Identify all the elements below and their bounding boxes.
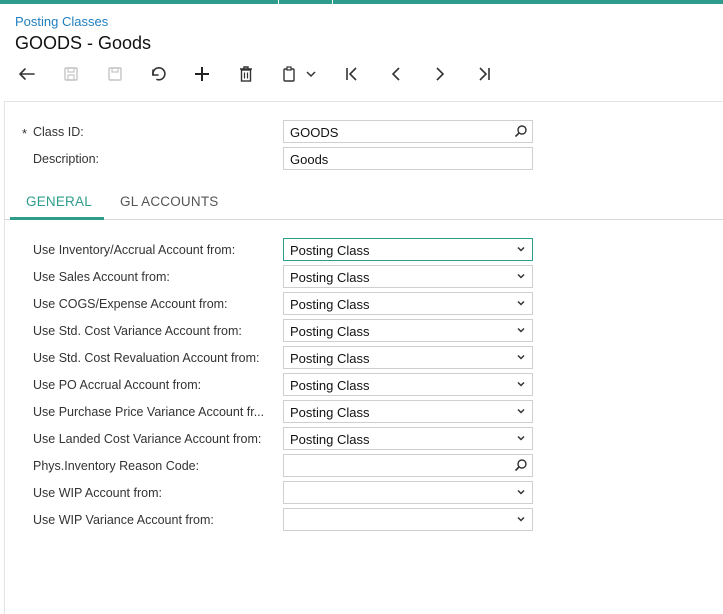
delete-button[interactable] [235, 60, 257, 88]
select-value: Posting Class [290, 243, 370, 258]
first-record-icon [346, 67, 357, 81]
chevron-down-icon [517, 408, 525, 414]
add-icon [195, 67, 209, 81]
wip-account-select[interactable] [283, 481, 533, 504]
cogs-expense-select[interactable]: Posting Class [283, 292, 533, 315]
description-label: Description: [33, 152, 99, 166]
inventory-accrual-select[interactable]: Posting Class [283, 238, 533, 261]
save-button[interactable] [104, 60, 126, 88]
required-marker: * [22, 126, 28, 141]
previous-record-icon [391, 67, 400, 81]
top-bar-divider [332, 0, 333, 4]
wip-variance-label: Use WIP Variance Account from: [33, 513, 214, 527]
std-cost-revaluation-select[interactable]: Posting Class [283, 346, 533, 369]
class-id-label: Class ID: [33, 125, 84, 139]
po-accrual-select[interactable]: Posting Class [283, 373, 533, 396]
chevron-down-icon [517, 300, 525, 306]
chevron-down-icon [517, 381, 525, 387]
top-accent-bar [0, 0, 723, 4]
chevron-down-icon [517, 273, 525, 279]
tab-gl-accounts[interactable]: GL ACCOUNTS [120, 194, 218, 209]
purchase-price-variance-select[interactable]: Posting Class [283, 400, 533, 423]
select-value: Posting Class [290, 324, 370, 339]
select-value: Posting Class [290, 432, 370, 447]
toolbar [0, 60, 723, 88]
description-field[interactable]: Goods [283, 147, 533, 170]
wip-account-label: Use WIP Account from: [33, 486, 162, 500]
phys-inventory-reason-label: Phys.Inventory Reason Code: [33, 459, 200, 473]
select-value: Posting Class [290, 297, 370, 312]
undo-icon [152, 67, 166, 81]
tab-bar: GENERAL GL ACCOUNTS [4, 186, 723, 220]
chevron-down-icon [517, 246, 525, 252]
next-record-icon [436, 67, 445, 81]
last-record-icon [479, 67, 490, 81]
class-id-field[interactable]: GOODS [283, 120, 533, 143]
chevron-down-icon [517, 327, 525, 333]
sales-account-label: Use Sales Account from: [33, 270, 170, 284]
cogs-expense-label: Use COGS/Expense Account from: [33, 297, 228, 311]
chevron-down-icon [306, 71, 316, 78]
search-icon[interactable] [514, 124, 528, 138]
save-close-icon [64, 67, 78, 81]
save-close-button[interactable] [60, 60, 82, 88]
phys-inventory-reason-field[interactable] [283, 454, 533, 477]
std-cost-variance-select[interactable]: Posting Class [283, 319, 533, 342]
purchase-price-variance-label: Use Purchase Price Variance Account fr..… [33, 405, 265, 419]
active-tab-indicator [10, 217, 104, 220]
last-record-button[interactable] [473, 60, 495, 88]
save-icon [108, 67, 122, 81]
select-value: Posting Class [290, 378, 370, 393]
sales-account-select[interactable]: Posting Class [283, 265, 533, 288]
landed-cost-variance-select[interactable]: Posting Class [283, 427, 533, 450]
delete-icon [240, 66, 252, 82]
chevron-down-icon [517, 516, 525, 522]
page-title: GOODS - Goods [15, 33, 152, 53]
chevron-down-icon [517, 435, 525, 441]
back-button[interactable] [16, 60, 38, 88]
description-value: Goods [290, 152, 329, 167]
tab-general[interactable]: GENERAL [26, 194, 92, 209]
search-icon[interactable] [514, 458, 528, 472]
back-icon [19, 68, 35, 80]
landed-cost-variance-label: Use Landed Cost Variance Account from: [33, 432, 262, 446]
undo-button[interactable] [147, 60, 169, 88]
copy-paste-button[interactable] [278, 60, 320, 88]
wip-variance-select[interactable] [283, 508, 533, 531]
previous-record-button[interactable] [385, 60, 407, 88]
first-record-button[interactable] [341, 60, 363, 88]
breadcrumb[interactable]: Posting Classes [15, 14, 108, 29]
select-value: Posting Class [290, 351, 370, 366]
std-cost-revaluation-label: Use Std. Cost Revaluation Account from: [33, 351, 260, 365]
chevron-down-icon [517, 354, 525, 360]
copy-paste-icon [283, 66, 295, 82]
class-id-value: GOODS [290, 125, 339, 140]
select-value: Posting Class [290, 405, 370, 420]
inventory-accrual-label: Use Inventory/Accrual Account from: [33, 243, 236, 257]
select-value: Posting Class [290, 270, 370, 285]
top-bar-divider [278, 0, 279, 4]
po-accrual-label: Use PO Accrual Account from: [33, 378, 202, 392]
add-button[interactable] [191, 60, 213, 88]
next-record-button[interactable] [429, 60, 451, 88]
std-cost-variance-label: Use Std. Cost Variance Account from: [33, 324, 242, 338]
chevron-down-icon [517, 489, 525, 495]
